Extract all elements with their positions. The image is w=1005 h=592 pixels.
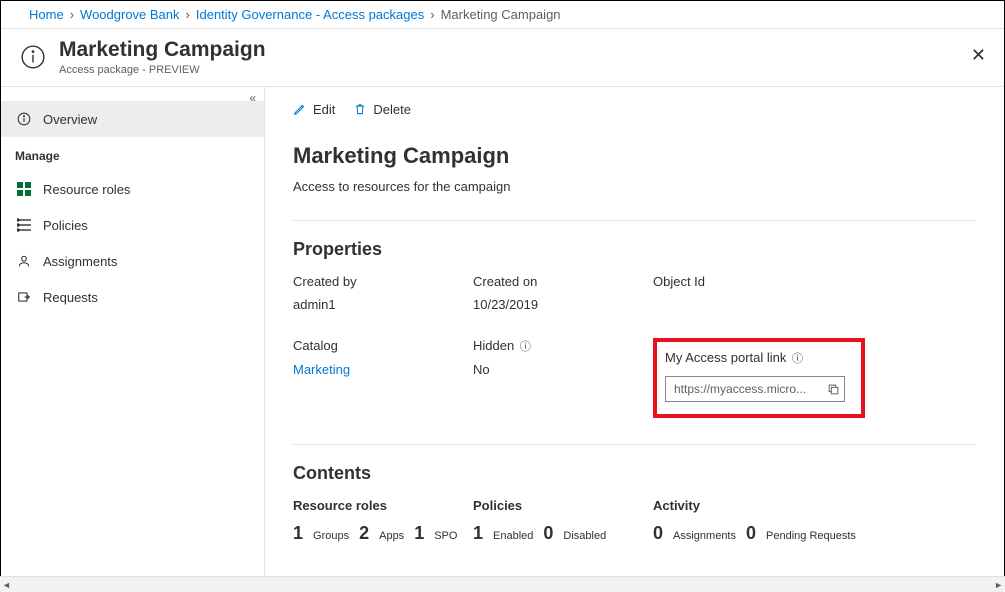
main-content: Edit Delete Marketing Campaign Access to… <box>265 87 1004 576</box>
created-by-label: Created by <box>293 274 473 289</box>
info-icon <box>15 112 33 126</box>
breadcrumb-home[interactable]: Home <box>29 7 64 22</box>
catalog-label: Catalog <box>293 338 473 354</box>
horizontal-scrollbar[interactable]: ◄ ► <box>0 576 1005 592</box>
policies-counts: 1Enabled 0Disabled <box>473 523 653 544</box>
delete-button[interactable]: Delete <box>353 102 411 117</box>
created-on-label: Created on <box>473 274 653 289</box>
scroll-right-icon[interactable]: ► <box>994 580 1003 590</box>
info-icon[interactable]: ⓘ <box>792 353 803 365</box>
portal-link-value: https://myaccess.micro... <box>674 382 821 396</box>
person-icon <box>15 254 33 268</box>
sidebar-heading-manage: Manage <box>1 137 264 171</box>
breadcrumb: Home › Woodgrove Bank › Identity Governa… <box>1 1 1004 29</box>
created-on-value: 10/23/2019 <box>473 297 653 312</box>
properties-heading: Properties <box>293 239 976 260</box>
edit-label: Edit <box>313 102 335 117</box>
sidebar-item-assignments[interactable]: Assignments <box>1 243 264 279</box>
grid-icon <box>15 182 33 196</box>
resource-roles-label: Resource roles <box>293 498 473 513</box>
breadcrumb-governance[interactable]: Identity Governance - Access packages <box>196 7 424 22</box>
sidebar-item-label: Overview <box>43 112 97 127</box>
sidebar-item-policies[interactable]: Policies <box>1 207 264 243</box>
sidebar-item-label: Assignments <box>43 254 117 269</box>
sidebar-item-resource-roles[interactable]: Resource roles <box>1 171 264 207</box>
hidden-label: Hidden ⓘ <box>473 338 653 354</box>
portal-link-field[interactable]: https://myaccess.micro... <box>665 376 845 402</box>
list-icon <box>15 218 33 232</box>
delete-label: Delete <box>373 102 411 117</box>
info-icon <box>19 43 47 71</box>
contents-heading: Contents <box>293 463 976 484</box>
resource-roles-counts: 1Groups 2Apps 1SPO <box>293 523 473 544</box>
portal-link-highlight: My Access portal link ⓘ https://myaccess… <box>653 338 865 418</box>
page-header: Marketing Campaign Access package - PREV… <box>1 29 1004 86</box>
breadcrumb-bank[interactable]: Woodgrove Bank <box>80 7 180 22</box>
chevron-right-icon: › <box>430 7 434 22</box>
sidebar-item-label: Resource roles <box>43 182 130 197</box>
hidden-value: No <box>473 362 653 377</box>
catalog-link[interactable]: Marketing <box>293 362 473 377</box>
content-title: Marketing Campaign <box>293 143 976 169</box>
sidebar: « Overview Manage Resource roles Policie… <box>1 87 265 576</box>
page-title: Marketing Campaign <box>59 37 266 62</box>
policies-label: Policies <box>473 498 653 513</box>
sidebar-item-label: Policies <box>43 218 88 233</box>
edit-button[interactable]: Edit <box>293 102 335 117</box>
chevron-right-icon: › <box>186 7 190 22</box>
content-description: Access to resources for the campaign <box>293 179 976 194</box>
collapse-sidebar-button[interactable]: « <box>249 91 256 105</box>
created-by-value: admin1 <box>293 297 473 312</box>
arrow-right-icon <box>15 290 33 304</box>
sidebar-item-label: Requests <box>43 290 98 305</box>
portal-link-label: My Access portal link ⓘ <box>665 350 845 366</box>
breadcrumb-current: Marketing Campaign <box>441 7 561 22</box>
activity-label: Activity <box>653 498 913 513</box>
sidebar-item-overview[interactable]: Overview <box>1 101 264 137</box>
toolbar: Edit Delete <box>293 89 976 129</box>
info-icon[interactable]: ⓘ <box>520 341 531 353</box>
chevron-right-icon: › <box>70 7 74 22</box>
object-id-label: Object Id <box>653 274 873 289</box>
close-button[interactable]: ✕ <box>971 45 986 66</box>
activity-counts: 0Assignments 0Pending Requests <box>653 523 913 544</box>
page-subtitle: Access package - PREVIEW <box>59 64 266 76</box>
scroll-left-icon[interactable]: ◄ <box>2 580 11 590</box>
object-id-value <box>653 297 873 312</box>
sidebar-item-requests[interactable]: Requests <box>1 279 264 315</box>
copy-icon[interactable] <box>827 383 840 396</box>
